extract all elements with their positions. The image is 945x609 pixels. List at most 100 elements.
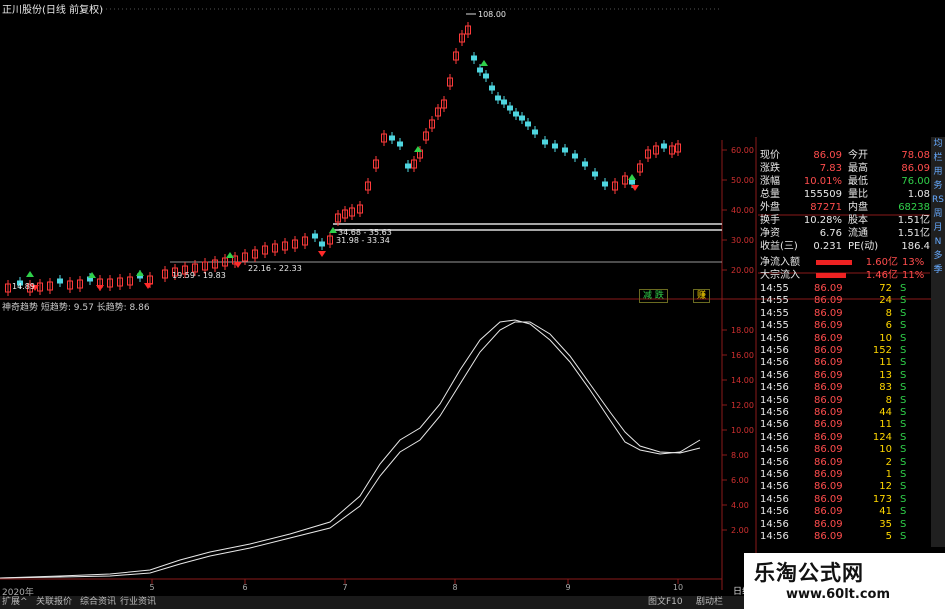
candle-body: [542, 139, 548, 145]
tick-time: 14:56: [760, 332, 789, 344]
right-strip-button[interactable]: N: [931, 235, 945, 249]
tick-time: 14:56: [760, 493, 789, 505]
money-flow-row: 大宗流入 1.46亿 11%: [758, 269, 931, 282]
candle-body: [525, 121, 531, 127]
candle-body: [552, 143, 558, 149]
right-strip-button[interactable]: 均: [931, 137, 945, 151]
tick-price: 86.09: [814, 295, 843, 307]
tick-price: 86.09: [814, 493, 843, 505]
candle-body: [495, 95, 501, 101]
right-strip-button[interactable]: 季: [931, 263, 945, 277]
tick-volume: 12: [879, 481, 892, 493]
quote-field-value: 78.08: [901, 150, 930, 161]
money-flow-row: 净流入额 1.60亿 13%: [758, 256, 931, 269]
time-axis-month: 8: [452, 583, 457, 592]
quote-field-label: 股本: [848, 215, 868, 226]
quote-field-label: 涨幅: [760, 176, 780, 187]
quote-field-label: 今开: [848, 150, 868, 161]
price-axis-label: 60.00: [731, 146, 754, 155]
tick-side: S: [900, 320, 907, 332]
quote-field-value: 186.4: [901, 241, 930, 252]
money-flow-value: 1.60亿: [865, 257, 898, 268]
indicator-axis-label: 18.00: [731, 326, 754, 335]
quote-row: 外盘 87271 内盘 68238: [758, 201, 931, 214]
candle-body: [507, 105, 513, 111]
right-strip-button[interactable]: 务: [931, 179, 945, 193]
tick-time: 14:56: [760, 345, 789, 356]
bottom-tab[interactable]: 关联报价: [36, 596, 72, 609]
money-flow-bar: [816, 260, 852, 265]
tick-row: 14:56 86.09 35 S: [758, 518, 931, 531]
candle-body: [405, 163, 411, 169]
long-trend-line: [0, 321, 701, 579]
quote-field-label: 内盘: [848, 202, 868, 213]
tick-volume: 44: [879, 407, 892, 418]
right-strip-button[interactable]: RS: [931, 193, 945, 207]
tick-side: S: [900, 307, 907, 319]
tick-row: 14:55 86.09 6 S: [758, 319, 931, 332]
tick-side: S: [900, 481, 907, 493]
right-tool-strip[interactable]: 均栏用务 RS 周月 N 多季: [931, 137, 945, 547]
right-strip-button[interactable]: 栏: [931, 151, 945, 165]
tick-row: 14:55 86.09 72 S: [758, 282, 931, 295]
bottom-tab[interactable]: 行业资讯: [120, 596, 156, 609]
quote-field-label: PE(动): [848, 241, 879, 252]
tick-price: 86.09: [814, 431, 843, 443]
tick-time: 14:56: [760, 357, 789, 369]
tick-time: 14:56: [760, 407, 789, 418]
bottom-tab[interactable]: 图文F10: [648, 596, 683, 609]
tick-price: 86.09: [814, 518, 843, 530]
tick-volume: 11: [879, 419, 892, 431]
buy-signal-button[interactable]: 赚: [693, 289, 711, 303]
money-flow-label: 大宗流入: [760, 270, 800, 281]
tick-time: 14:56: [760, 481, 789, 493]
quote-field-value: 0.231: [813, 241, 842, 252]
candle-body: [513, 111, 519, 117]
right-strip-button[interactable]: 多: [931, 249, 945, 263]
bottom-tab[interactable]: 综合资讯: [80, 596, 116, 609]
tick-row: 14:56 86.09 1 S: [758, 468, 931, 481]
quote-row: 换手 10.28% 股本 1.51亿: [758, 214, 931, 227]
tick-time: 14:55: [760, 283, 789, 294]
right-strip-button[interactable]: 周: [931, 207, 945, 221]
sell-signal-button[interactable]: 减 跌: [639, 289, 668, 303]
bottom-tab[interactable]: 扩展^: [2, 596, 28, 609]
tick-price: 86.09: [814, 531, 843, 542]
tick-side: S: [900, 456, 907, 468]
tick-time: 14:56: [760, 506, 789, 518]
tick-row: 14:56 86.09 44 S: [758, 406, 931, 419]
quote-field-value: 10.28%: [803, 215, 842, 226]
tick-volume: 1: [885, 469, 892, 480]
tick-price: 86.09: [814, 332, 843, 344]
tick-price: 86.09: [814, 419, 843, 431]
candle-body: [532, 129, 538, 135]
right-strip-button[interactable]: 用: [931, 165, 945, 179]
tick-price: 86.09: [814, 382, 843, 394]
short-trend-line: [0, 319, 701, 579]
right-strip-button[interactable]: 月: [931, 221, 945, 235]
tick-side: S: [900, 369, 907, 381]
quote-field-value: 87271: [810, 202, 842, 213]
bottom-tab[interactable]: 剧动栏: [696, 596, 723, 609]
candle-body: [397, 141, 403, 147]
quote-row: 现价 86.09 今开 78.08: [758, 149, 931, 162]
money-flow-pct: 11%: [902, 270, 925, 281]
tick-price: 86.09: [814, 506, 843, 518]
quote-field-value: 7.83: [819, 163, 842, 174]
tick-volume: 8: [885, 394, 892, 406]
quote-field-value: 1.51亿: [897, 228, 930, 239]
indicator-axis-label: 4.00: [731, 501, 749, 510]
quote-row: 总量 155509 量比 1.08: [758, 188, 931, 201]
tick-volume: 13: [879, 369, 892, 381]
indicator-axis-label: 14.00: [731, 376, 754, 385]
tick-side: S: [900, 431, 907, 443]
watermark-title: 乐淘公式网: [754, 561, 864, 585]
tick-volume: 6: [885, 320, 892, 332]
quote-field-label: 总量: [760, 189, 780, 200]
quote-field-value: 76.00: [901, 176, 930, 187]
tick-side: S: [900, 531, 907, 542]
tick-volume: 124: [872, 431, 892, 443]
buy-signal-marker: [26, 271, 34, 277]
tick-price: 86.09: [814, 320, 843, 332]
tick-price: 86.09: [814, 456, 843, 468]
